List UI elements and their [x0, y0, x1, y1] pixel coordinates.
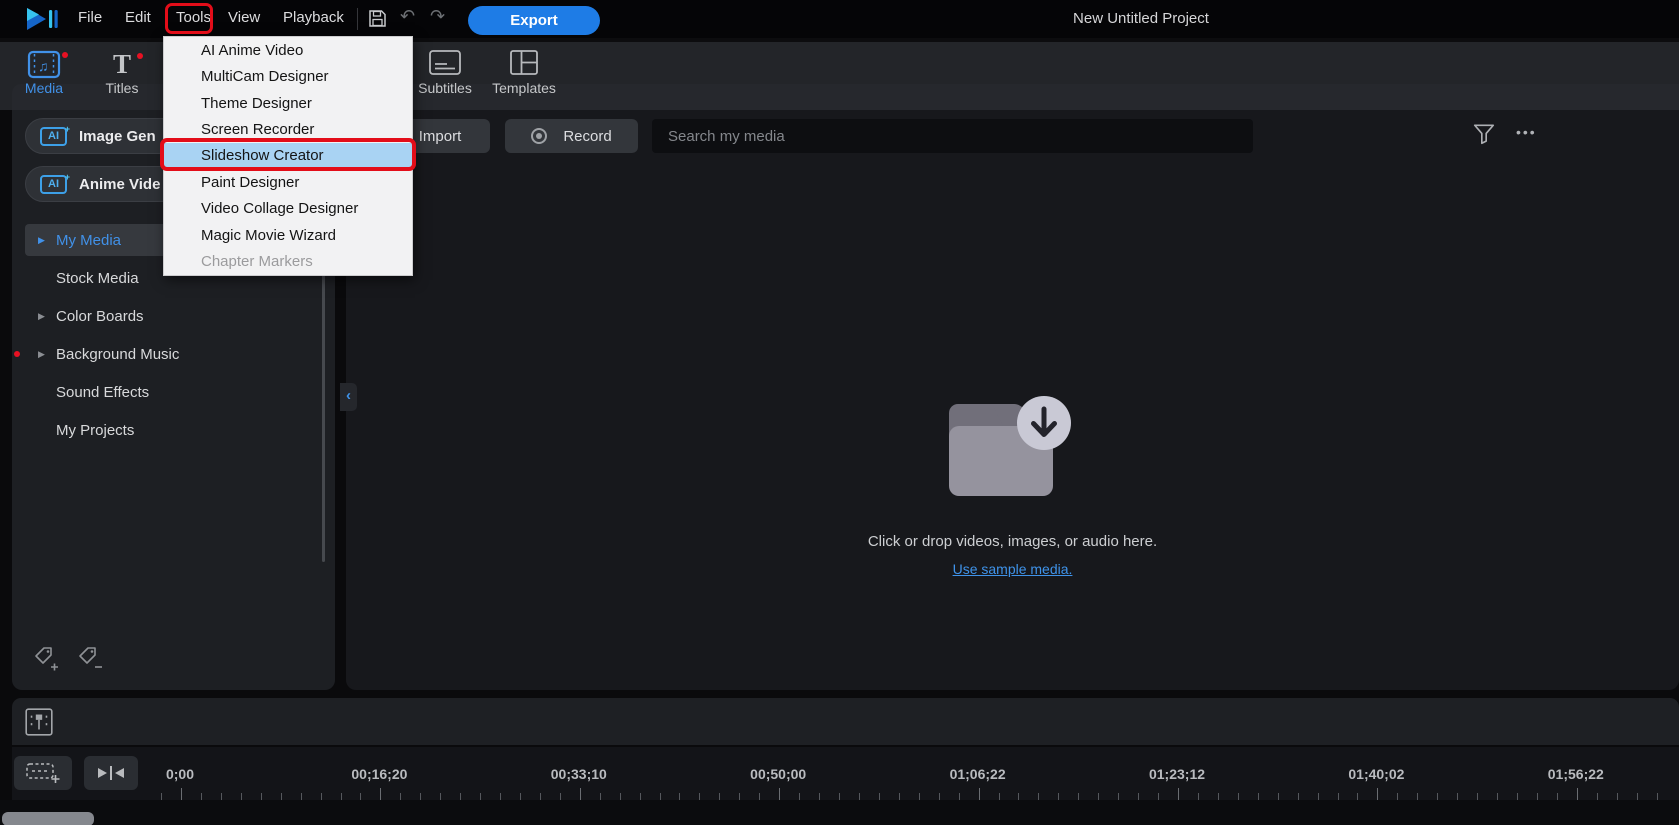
record-icon — [531, 128, 547, 144]
tools-menu-item-slideshow-creator[interactable]: Slideshow Creator — [164, 143, 412, 169]
ruler-timecode: 01;56;22 — [1548, 766, 1604, 782]
notification-dot — [14, 351, 20, 357]
record-label: Record — [563, 128, 611, 145]
floppy-save-icon — [368, 9, 387, 28]
ai-badge-icon: AI — [40, 127, 67, 146]
timeline-toolbar — [12, 698, 1679, 745]
sidebar-item-label: My Media — [56, 232, 121, 249]
tools-menu-item-chapter-markers: Chapter Markers — [164, 249, 412, 275]
save-button[interactable] — [368, 9, 387, 31]
tools-menu-item-ai-anime-video[interactable]: AI Anime Video — [164, 37, 412, 63]
subtitles-icon — [413, 44, 477, 80]
sidebar-item-label: My Projects — [56, 422, 134, 439]
add-track-icon — [25, 760, 61, 786]
menu-bar: File Edit Tools View Playback ↶ ↷ Export… — [0, 0, 1679, 38]
split-playhead-icon — [96, 765, 126, 781]
add-track-button[interactable] — [14, 756, 72, 790]
filter-funnel-icon — [1472, 122, 1496, 146]
menu-edit[interactable]: Edit — [125, 9, 151, 26]
tag-plus-icon — [32, 644, 60, 672]
sidebar-item-label: Background Music — [56, 346, 179, 363]
sidebar-item-label: Sound Effects — [56, 384, 149, 401]
ruler-timecode: 01;23;12 — [1149, 766, 1205, 782]
tools-menu-item-paint-designer[interactable]: Paint Designer — [164, 169, 412, 195]
ruler-timecode: 01;40;02 — [1348, 766, 1404, 782]
tab-templates-label: Templates — [492, 80, 556, 96]
tools-menu-item-video-collage-designer[interactable]: Video Collage Designer — [164, 196, 412, 222]
app-logo-icon — [26, 7, 62, 31]
tab-subtitles-label: Subtitles — [418, 80, 472, 96]
sidebar-item-sound-effects[interactable]: Sound Effects — [25, 376, 318, 408]
sample-link-row: Use sample media. — [346, 561, 1679, 579]
titles-notification-dot — [137, 53, 143, 59]
ai-anime-video-label: Anime Vide — [79, 176, 160, 193]
sidebar-collapse-handle[interactable]: ‹ — [340, 383, 357, 411]
track-manager-button[interactable] — [22, 706, 56, 740]
tab-media[interactable]: ♫ Media — [12, 44, 76, 106]
timeline-tracks-area — [0, 800, 1679, 825]
menubar-divider — [357, 8, 358, 30]
expand-arrow-icon: ▶ — [38, 311, 56, 322]
use-sample-media-link[interactable]: Use sample media. — [953, 561, 1073, 577]
project-title: New Untitled Project — [1073, 10, 1209, 27]
tab-templates[interactable]: Templates — [492, 44, 556, 106]
redo-button[interactable]: ↷ — [430, 6, 445, 27]
templates-icon — [492, 44, 556, 80]
menu-tools[interactable]: Tools — [176, 9, 211, 26]
menu-file[interactable]: File — [78, 9, 102, 26]
ruler-timecode: 0;00 — [166, 766, 194, 782]
tools-menu-item-theme-designer[interactable]: Theme Designer — [164, 90, 412, 116]
empty-state-message: Click or drop videos, images, or audio h… — [346, 533, 1679, 550]
sidebar-item-color-boards[interactable]: ▶ Color Boards — [25, 300, 318, 332]
app-window: File Edit Tools View Playback ↶ ↷ Export… — [0, 0, 1679, 825]
ruler-timecode: 00;50;00 — [750, 766, 806, 782]
sidebar-item-label: Stock Media — [56, 270, 139, 287]
expand-arrow-icon: ▶ — [38, 235, 56, 246]
export-button[interactable]: Export — [468, 6, 600, 35]
expand-arrow-icon: ▶ — [38, 349, 56, 360]
menu-view[interactable]: View — [228, 9, 260, 26]
ai-image-generator-label: Image Gen — [79, 128, 156, 145]
add-tag-button[interactable] — [32, 644, 60, 672]
timeline-horizontal-scrollbar[interactable] — [2, 812, 94, 825]
media-search-box — [652, 119, 1253, 153]
split-clip-button[interactable] — [84, 756, 138, 790]
menu-playback[interactable]: Playback — [283, 9, 344, 26]
download-arrow-icon — [1017, 396, 1071, 450]
timeline-ruler-row[interactable] — [12, 747, 1679, 800]
undo-button[interactable]: ↶ — [400, 6, 415, 27]
ruler-timecode: 01;06;22 — [950, 766, 1006, 782]
tools-menu-item-screen-recorder[interactable]: Screen Recorder — [164, 116, 412, 142]
more-options-button[interactable]: ••• — [1516, 124, 1537, 140]
track-manager-icon — [23, 706, 55, 738]
sidebar-item-my-projects[interactable]: My Projects — [25, 414, 318, 446]
sidebar-item-label: Color Boards — [56, 308, 144, 325]
tools-menu-item-multicam-designer[interactable]: MultiCam Designer — [164, 63, 412, 89]
record-button[interactable]: Record — [505, 119, 638, 153]
tab-titles-label: Titles — [106, 80, 139, 96]
remove-tag-button[interactable] — [76, 644, 104, 672]
media-filmstrip-icon: ♫ — [12, 44, 76, 80]
svg-text:♫: ♫ — [38, 58, 49, 74]
ruler-timecode: 00;33;10 — [551, 766, 607, 782]
filter-button[interactable] — [1472, 122, 1496, 149]
ai-badge-icon: AI — [40, 175, 67, 194]
titles-T-icon: T — [90, 44, 154, 80]
search-input[interactable] — [652, 119, 1253, 153]
ruler-timecode: 00;16;20 — [351, 766, 407, 782]
media-drop-zone[interactable] — [941, 396, 1071, 502]
sidebar-item-background-music[interactable]: ▶ Background Music — [25, 338, 318, 370]
media-notification-dot — [62, 52, 68, 58]
tab-media-label: Media — [25, 80, 63, 96]
tools-menu-item-magic-movie-wizard[interactable]: Magic Movie Wizard — [164, 222, 412, 248]
tools-menu: AI Anime Video MultiCam Designer Theme D… — [163, 36, 413, 276]
tab-subtitles[interactable]: Subtitles — [413, 44, 477, 106]
tab-titles[interactable]: T Titles — [90, 44, 154, 106]
tag-minus-icon — [76, 644, 104, 672]
